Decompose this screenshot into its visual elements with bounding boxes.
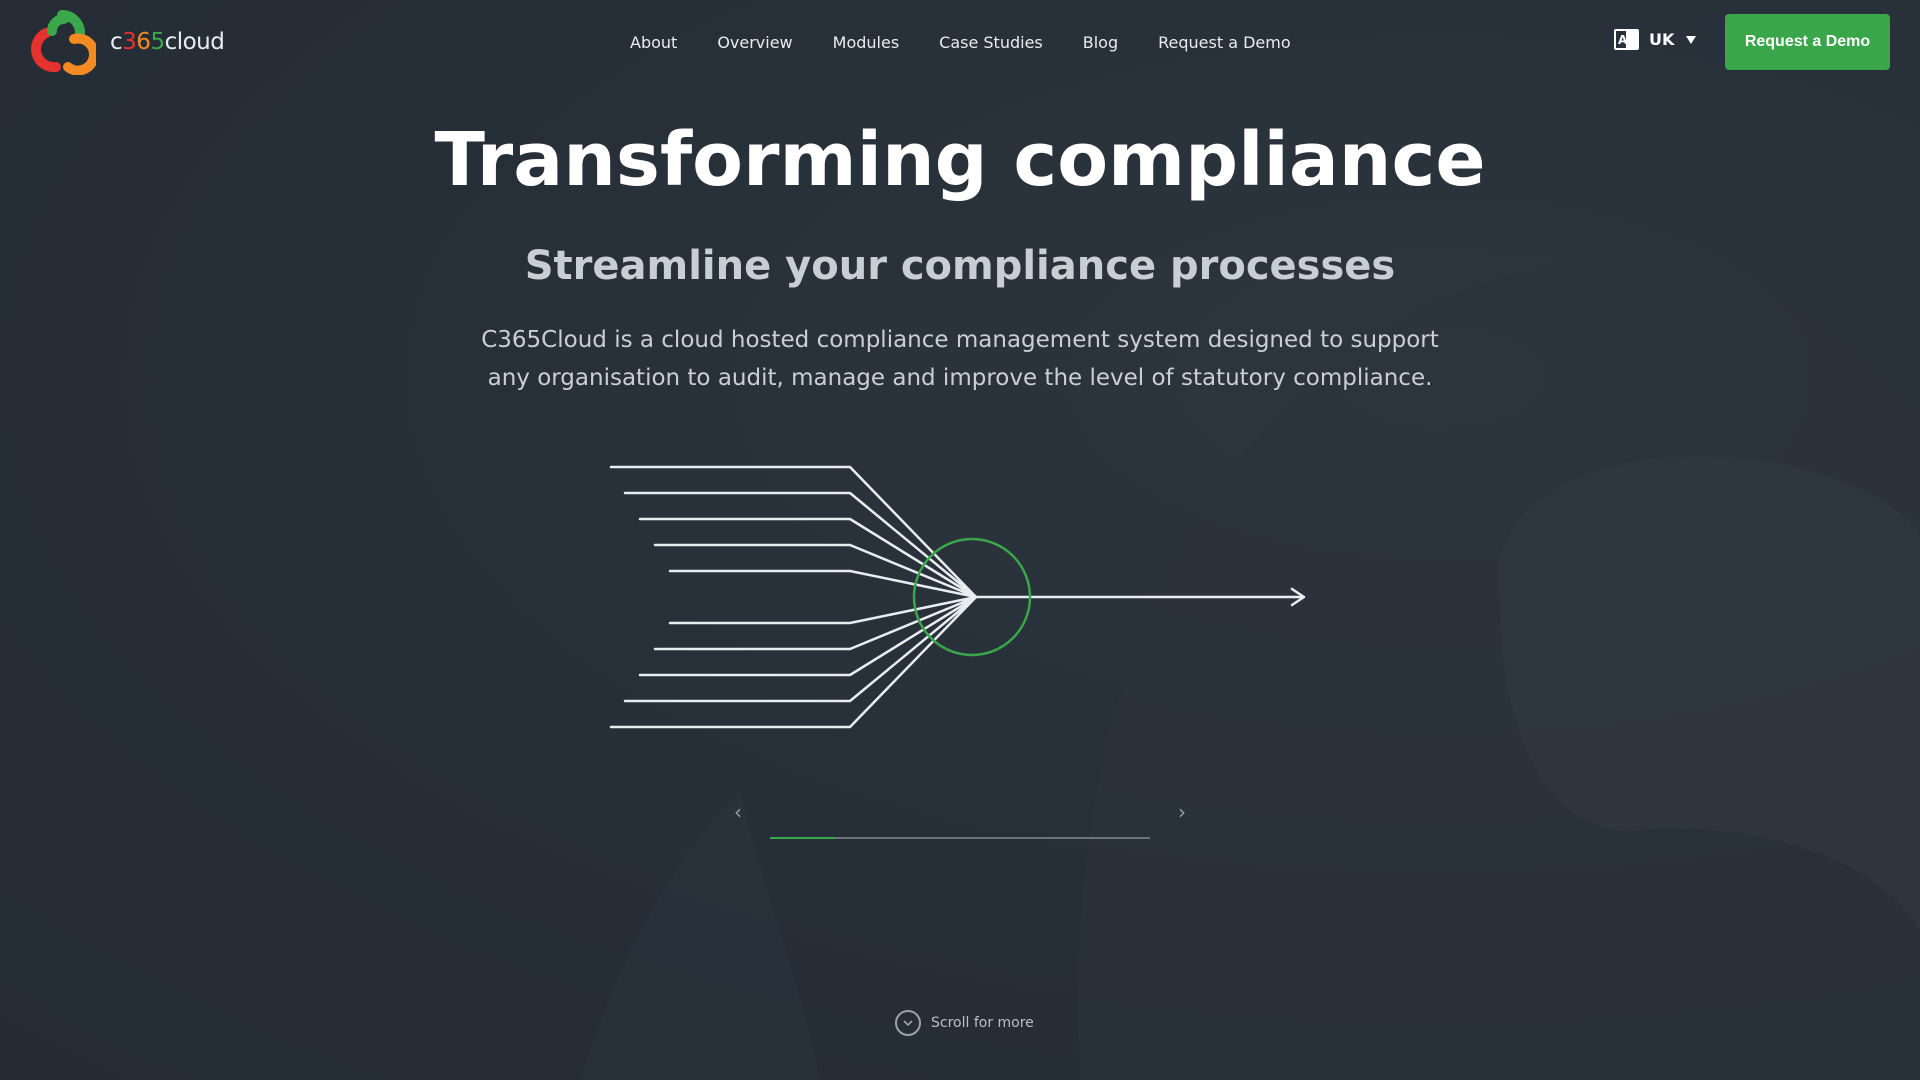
logo-mark-icon [31,10,96,75]
chevron-right-icon[interactable]: › [1178,800,1186,824]
page: c365cloud About Overview Modules Case St… [0,0,1920,1080]
carousel-progress-track [770,837,1150,839]
chevron-left-icon[interactable]: ‹ [734,800,742,824]
nav-link-case-studies[interactable]: Case Studies [939,33,1043,52]
carousel-controls: ‹ › [730,800,1190,840]
chevron-down-circle-icon [895,1010,921,1036]
nav-link-about[interactable]: About [630,33,677,52]
logo[interactable]: c365cloud [28,9,225,75]
language-code: UK [1649,30,1675,49]
nav-link-modules[interactable]: Modules [833,33,900,52]
diagram-input-line [609,465,978,599]
nav-link-overview[interactable]: Overview [717,33,792,52]
hero-title: Transforming compliance [434,117,1486,203]
hero-subtitle: Streamline your compliance processes [524,243,1396,289]
request-demo-button[interactable]: Request a Demo [1725,14,1890,70]
diagram-input-line [609,595,978,729]
carousel-progress-fill [770,837,835,839]
main-nav: About Overview Modules Case Studies Blog… [630,0,1291,84]
nav-link-request-demo[interactable]: Request a Demo [1158,33,1291,52]
diagram-input-line [668,569,978,599]
scroll-for-more[interactable]: Scroll for more [895,1010,1034,1036]
site-header: c365cloud About Overview Modules Case St… [0,0,1920,84]
diagram-input-line [638,595,978,677]
diagram-input-line [638,517,978,599]
nav-link-blog[interactable]: Blog [1083,33,1118,52]
scroll-label: Scroll for more [931,1015,1034,1031]
caret-down-icon [1686,35,1697,44]
logo-wordmark: c365cloud [110,29,225,55]
language-selector[interactable]: A UK [1614,29,1697,50]
translate-icon: A [1614,29,1639,50]
diagram-input-line [668,595,978,625]
convergence-diagram [609,465,1306,729]
hero-description: C365Cloud is a cloud hosted compliance m… [481,327,1439,391]
